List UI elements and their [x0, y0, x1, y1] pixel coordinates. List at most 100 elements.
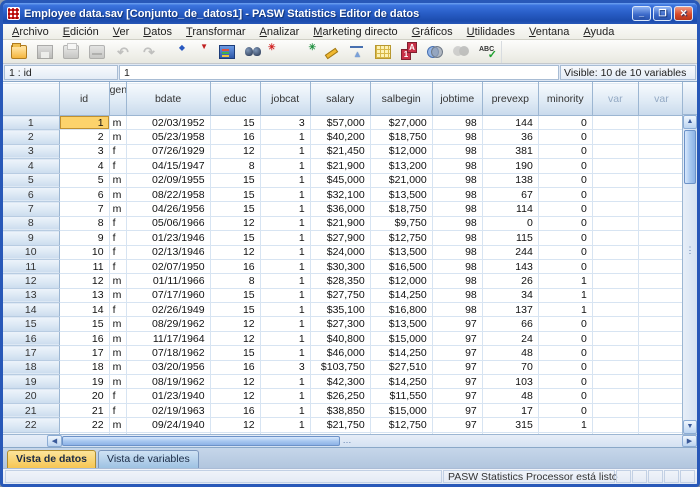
row-number[interactable]: 1	[3, 116, 59, 130]
vertical-scroll-track[interactable]	[683, 255, 697, 420]
use-variable-sets-button[interactable]	[423, 41, 447, 62]
row-number[interactable]: 6	[3, 187, 59, 201]
cell-salary[interactable]: $42,300	[310, 375, 370, 389]
cell-gender[interactable]: f	[109, 389, 126, 403]
cell-jobtime[interactable]: 97	[432, 375, 482, 389]
cell-salbegin[interactable]: $27,510	[370, 360, 432, 374]
cell-salary[interactable]: $35,100	[310, 303, 370, 317]
cell-prevexp[interactable]: 26	[482, 274, 538, 288]
cell-prevexp[interactable]: 381	[482, 144, 538, 158]
row-number[interactable]: 3	[3, 144, 59, 158]
cell-var[interactable]	[638, 331, 682, 345]
cell-jobcat[interactable]: 1	[260, 317, 310, 331]
insert-variable-button[interactable]	[293, 41, 317, 62]
cell-jobtime[interactable]: 97	[432, 389, 482, 403]
cell-bdate[interactable]: 07/26/1929	[126, 144, 210, 158]
cell-salbegin[interactable]: $13,200	[370, 159, 432, 173]
cell-minority[interactable]: 0	[538, 259, 592, 273]
cell-jobtime[interactable]: 98	[432, 274, 482, 288]
row-number[interactable]: 15	[3, 317, 59, 331]
select-cases-button[interactable]	[371, 41, 395, 62]
cell-educ[interactable]: 16	[210, 360, 260, 374]
cell-jobcat[interactable]: 1	[260, 259, 310, 273]
cell-id[interactable]: 2	[59, 130, 109, 144]
row-number[interactable]: 9	[3, 231, 59, 245]
menu-transformar[interactable]: Transformar	[179, 25, 253, 39]
spell-check-button[interactable]	[475, 41, 499, 62]
cell-var[interactable]	[592, 331, 638, 345]
cell-minority[interactable]: 0	[538, 360, 592, 374]
cell-jobtime[interactable]: 97	[432, 403, 482, 417]
cell-id[interactable]: 10	[59, 245, 109, 259]
cell-bdate[interactable]: 03/20/1956	[126, 360, 210, 374]
cell-var[interactable]	[592, 259, 638, 273]
cell-id[interactable]: 18	[59, 360, 109, 374]
cell-salary[interactable]: $27,300	[310, 317, 370, 331]
cell-minority[interactable]: 0	[538, 331, 592, 345]
cell-gender[interactable]: m	[109, 418, 126, 432]
cell-var[interactable]	[638, 245, 682, 259]
cell-gender[interactable]: m	[109, 317, 126, 331]
column-header-salbegin[interactable]: salbegin	[370, 83, 432, 116]
column-header-minority[interactable]: minority	[538, 83, 592, 116]
cell-salbegin[interactable]: $12,750	[370, 231, 432, 245]
cell-var[interactable]	[638, 202, 682, 216]
cell-salary[interactable]: $28,350	[310, 274, 370, 288]
row-number[interactable]: 4	[3, 159, 59, 173]
cell-educ[interactable]: 12	[210, 144, 260, 158]
cell-bdate[interactable]: 07/17/1960	[126, 288, 210, 302]
pane-splitter-horizontal[interactable]: …	[340, 435, 354, 447]
cell-jobtime[interactable]: 97	[432, 346, 482, 360]
cell-bdate[interactable]: 08/22/1958	[126, 187, 210, 201]
cell-id[interactable]: 16	[59, 331, 109, 345]
variables-button[interactable]	[215, 41, 239, 62]
cell-var[interactable]	[592, 375, 638, 389]
cell-editor[interactable]: 1	[119, 65, 559, 80]
cell-jobtime[interactable]: 97	[432, 331, 482, 345]
cell-id[interactable]: 3	[59, 144, 109, 158]
menu-ventana[interactable]: Ventana	[522, 25, 576, 39]
cell-minority[interactable]: 0	[538, 245, 592, 259]
cell-minority[interactable]: 0	[538, 231, 592, 245]
cell-salbegin[interactable]: $13,500	[370, 317, 432, 331]
cell-gender[interactable]: m	[109, 331, 126, 345]
cell-gender[interactable]: m	[109, 187, 126, 201]
vertical-scrollbar[interactable]: ▲ ⋮ ▼	[683, 115, 697, 434]
cell-salbegin[interactable]: $15,000	[370, 331, 432, 345]
menu-utilidades[interactable]: Utilidades	[460, 25, 522, 39]
cell-gender[interactable]: m	[109, 202, 126, 216]
cell-bdate[interactable]: 02/07/1950	[126, 259, 210, 273]
cell-minority[interactable]: 0	[538, 317, 592, 331]
cell-bdate[interactable]: 05/06/1966	[126, 216, 210, 230]
column-header-var[interactable]: var	[638, 83, 682, 116]
cell-var[interactable]	[592, 418, 638, 432]
cell-var[interactable]	[638, 216, 682, 230]
cell-salary[interactable]: $21,900	[310, 216, 370, 230]
cell-educ[interactable]: 12	[210, 331, 260, 345]
cell-jobtime[interactable]: 98	[432, 144, 482, 158]
cell-id[interactable]: 1	[59, 116, 109, 130]
cell-jobcat[interactable]: 1	[260, 216, 310, 230]
cell-educ[interactable]: 12	[210, 216, 260, 230]
cell-jobcat[interactable]: 1	[260, 346, 310, 360]
cell-jobtime[interactable]: 97	[432, 317, 482, 331]
cell-educ[interactable]: 12	[210, 375, 260, 389]
cell-prevexp[interactable]: 48	[482, 346, 538, 360]
menu-ver[interactable]: Ver	[106, 25, 137, 39]
cell-educ[interactable]: 16	[210, 130, 260, 144]
cell-gender[interactable]: f	[109, 216, 126, 230]
cell-jobtime[interactable]: 98	[432, 159, 482, 173]
cell-id[interactable]: 14	[59, 303, 109, 317]
cell-id[interactable]: 9	[59, 231, 109, 245]
row-number[interactable]: 19	[3, 375, 59, 389]
cell-var[interactable]	[592, 116, 638, 130]
cell-id[interactable]: 15	[59, 317, 109, 331]
cell-gender[interactable]: m	[109, 274, 126, 288]
menu-gráficos[interactable]: Gráficos	[405, 25, 460, 39]
cell-gender[interactable]: m	[109, 360, 126, 374]
cell-id[interactable]: 8	[59, 216, 109, 230]
column-header-salary[interactable]: salary	[310, 83, 370, 116]
cell-prevexp[interactable]: 115	[482, 231, 538, 245]
cell-jobtime[interactable]: 98	[432, 216, 482, 230]
cell-prevexp[interactable]: 36	[482, 130, 538, 144]
